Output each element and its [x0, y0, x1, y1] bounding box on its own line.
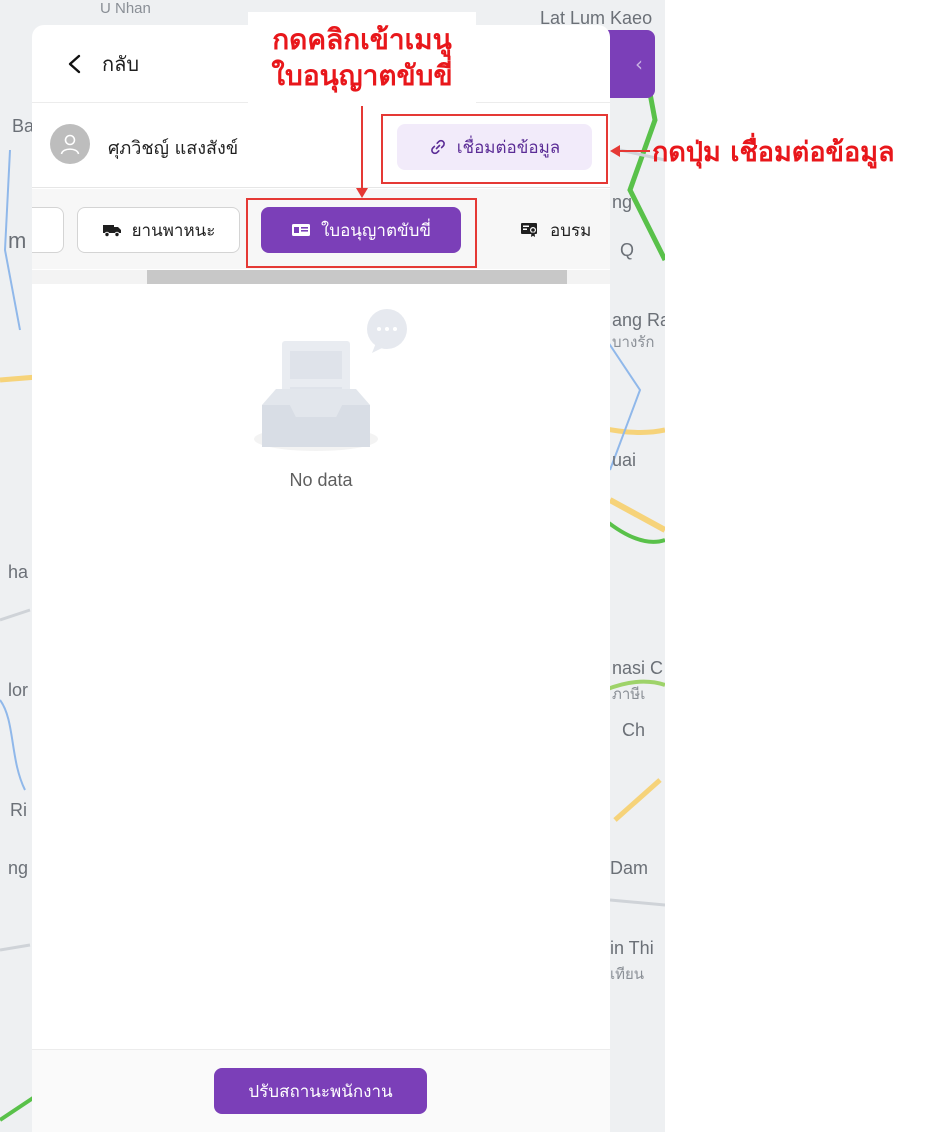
map-label: ha: [8, 562, 29, 582]
annotation-connect-instruction: กดปุ่ม เชื่อมต่อข้อมูล: [652, 137, 895, 168]
empty-inbox-icon: [254, 309, 407, 451]
map-label: nasi C: [612, 658, 664, 678]
scrollbar-thumb[interactable]: [147, 270, 567, 284]
empty-state-text: No data: [289, 470, 353, 490]
annotation-highlight-license-tab: [246, 198, 477, 268]
map-label: Ch: [622, 720, 646, 740]
map-label: บางรัก: [612, 334, 655, 351]
map-label: in Thi: [610, 938, 654, 958]
map-label: ng: [8, 858, 29, 878]
annotation-highlight-connect-button: [381, 114, 608, 184]
map-label: Dam: [610, 858, 649, 878]
update-employee-status-button[interactable]: ปรับสถานะพนักงาน: [214, 1068, 427, 1114]
map-label: lor: [8, 680, 29, 700]
panel-footer: ปรับสถานะพนักงาน: [32, 1049, 610, 1132]
empty-state: No data: [32, 285, 610, 1045]
map-label: ang Ra: [612, 310, 665, 330]
map-label: ภาษีเ: [612, 686, 646, 703]
map-label: uai: [612, 450, 637, 470]
tab-scrollbar[interactable]: [32, 269, 610, 285]
map-label: Ri: [10, 800, 27, 820]
map-label: เทียน: [610, 966, 645, 983]
